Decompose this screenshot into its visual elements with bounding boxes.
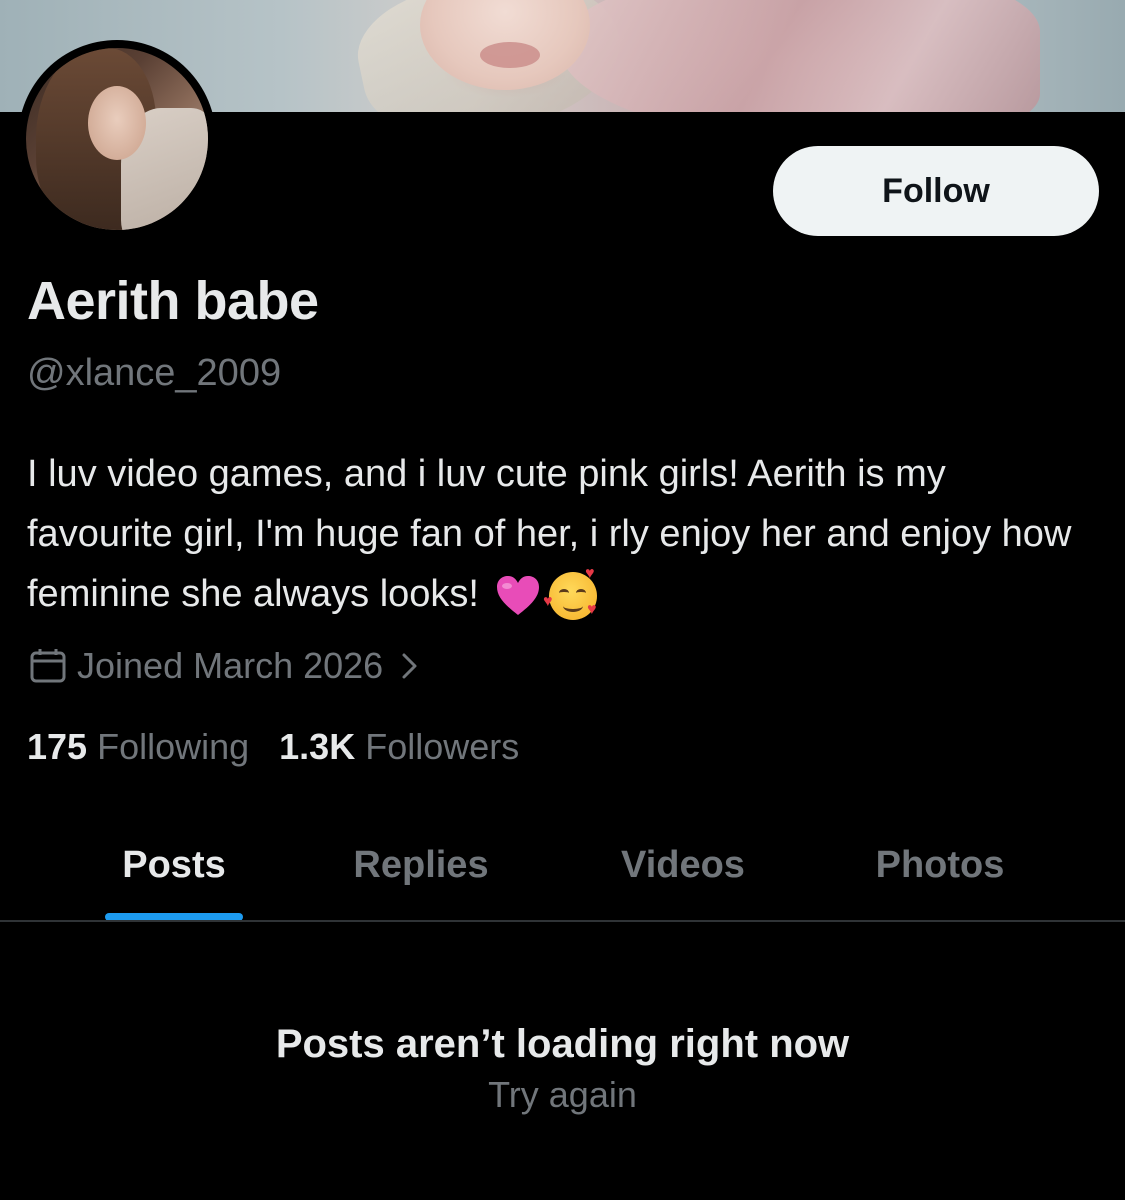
followers-label: Followers	[365, 726, 520, 767]
tab-replies[interactable]: Replies	[316, 810, 526, 920]
calendar-icon	[30, 649, 66, 683]
try-again-button[interactable]: Try again	[488, 1074, 637, 1115]
joined-text: Joined March 2026	[77, 645, 384, 686]
following-count: 175	[27, 726, 88, 767]
followers-count: 1.3K	[279, 726, 356, 767]
follow-button[interactable]: Follow	[773, 146, 1099, 236]
pink-heart-icon	[495, 575, 541, 617]
banner-cloth	[560, 0, 1040, 112]
tab-videos[interactable]: Videos	[582, 810, 784, 920]
smiling-face-with-hearts-icon: ♥ ♥ ♥	[543, 564, 597, 620]
following-label: Following	[97, 726, 250, 767]
feed-error-title: Posts aren’t loading right now	[275, 1022, 850, 1066]
bio: I luv video games, and i luv cute pink g…	[27, 444, 1097, 624]
tabs-divider	[0, 920, 1125, 922]
joined-date[interactable]: Joined March 2026	[27, 645, 419, 687]
try-again-container: Try again	[0, 1074, 1125, 1116]
user-handle: @xlance_2009	[27, 352, 282, 394]
chevron-right-icon	[402, 653, 417, 679]
profile-tabs: Posts Replies Videos Photos	[0, 810, 1125, 920]
tab-posts[interactable]: Posts	[70, 810, 278, 920]
banner-lips	[480, 42, 540, 68]
following-link[interactable]: 175 Following	[27, 726, 249, 768]
display-name: Aerith babe	[27, 271, 319, 331]
avatar[interactable]	[18, 40, 216, 238]
followers-link[interactable]: 1.3K Followers	[279, 726, 519, 768]
avatar-image	[26, 48, 208, 230]
tab-photos[interactable]: Photos	[838, 810, 1042, 920]
follow-stats: 175 Following 1.3K Followers	[27, 726, 549, 768]
